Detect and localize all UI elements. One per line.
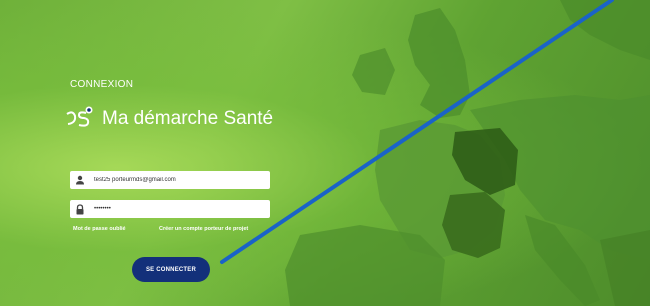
- map-great-britain: [408, 8, 470, 118]
- forgot-password-link[interactable]: Mot de passe oublié: [73, 226, 126, 232]
- map-iberia: [285, 225, 445, 306]
- brand-name: Ma démarche Santé: [102, 108, 273, 130]
- user-icon: [70, 171, 90, 189]
- login-button[interactable]: SE CONNECTER: [132, 257, 210, 282]
- map-balkans: [600, 230, 650, 306]
- email-input[interactable]: [90, 177, 264, 183]
- ds-logo-icon: [66, 106, 93, 127]
- login-page: CONNEXION Ma démarche Santé Mot de passe…: [0, 0, 650, 306]
- brand: Ma démarche Santé: [64, 104, 273, 134]
- europe-map-background: [285, 0, 650, 306]
- map-region-highlight-2: [442, 192, 505, 258]
- email-field[interactable]: [70, 171, 270, 189]
- password-field[interactable]: [70, 200, 270, 218]
- password-input[interactable]: [90, 206, 264, 212]
- brand-name-accent: Santé: [223, 108, 274, 129]
- create-account-link[interactable]: Créer un compte porteur de projet: [159, 226, 248, 232]
- map-scandinavia: [560, 0, 650, 60]
- page-heading: CONNEXION: [70, 79, 134, 90]
- map-ireland: [352, 48, 395, 95]
- lock-icon: [70, 200, 90, 218]
- brand-name-main: Ma démarche: [102, 108, 219, 129]
